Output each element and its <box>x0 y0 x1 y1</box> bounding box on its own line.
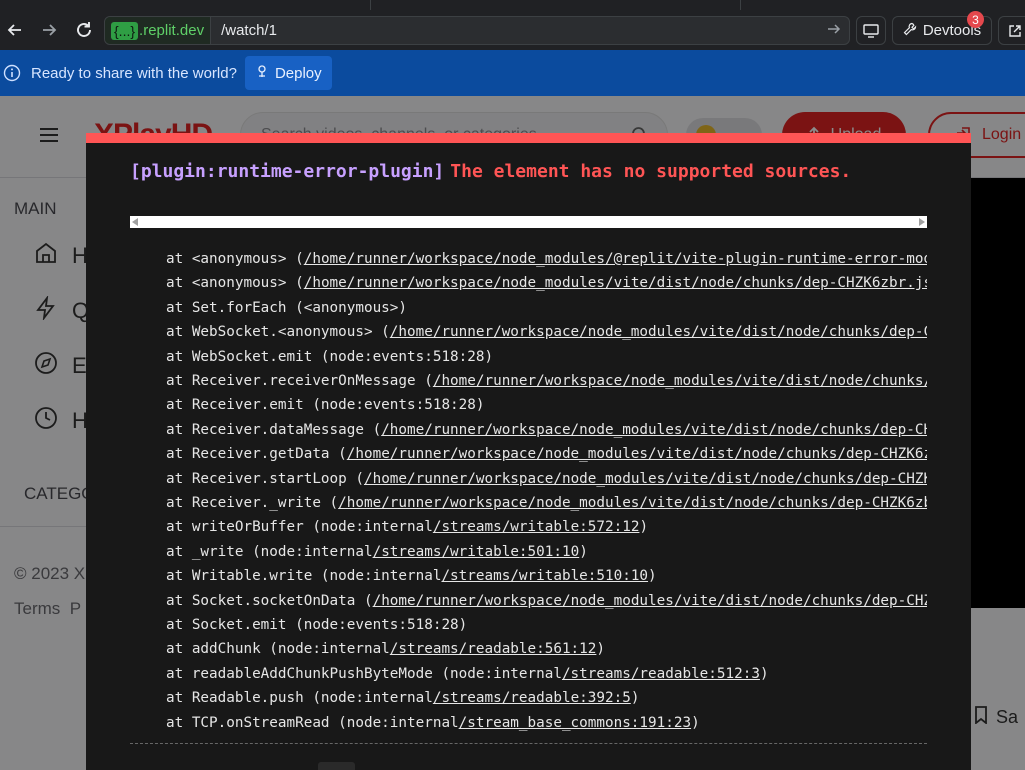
runtime-error-overlay: [plugin:runtime-error-plugin] The element… <box>86 133 971 770</box>
stack-frame: at Receiver.getData (/home/runner/worksp… <box>166 446 927 468</box>
stack-frame: at Readable.push (node:internal/streams/… <box>166 690 639 712</box>
tab-strip <box>0 0 1025 10</box>
stack-frame: at TCP.onStreamRead (node:internal/strea… <box>166 715 700 737</box>
stack-frame-tail: ) <box>759 666 769 682</box>
stack-frame: at <anonymous> (/home/runner/workspace/n… <box>166 251 927 273</box>
stack-frame: at <anonymous> (/home/runner/workspace/n… <box>166 275 927 297</box>
forward-arrow-icon[interactable] <box>35 16 63 44</box>
stack-frame: at writeOrBuffer (node:internal/streams/… <box>166 519 648 541</box>
browser-toolbar: {...} .replit.dev /watch/1 Devtools 3 <box>0 10 1025 50</box>
deploy-message: Ready to share with the world? <box>31 64 237 82</box>
stack-frame: at Socket.emit (node:events:518:28) <box>166 617 467 639</box>
stack-frame-location[interactable]: /stream_base_commons:191:23 <box>459 715 691 731</box>
horizontal-scrollbar[interactable] <box>130 216 927 228</box>
tab-edge <box>370 0 371 10</box>
external-link-icon[interactable] <box>998 16 1025 45</box>
error-title: [plugin:runtime-error-plugin] The element… <box>130 161 851 182</box>
stack-frame-tail: ) <box>639 519 649 535</box>
stack-frame-location[interactable]: /home/runner/workspace/node_modules/vite… <box>390 324 927 340</box>
stack-frame-location[interactable]: /streams/writable:572:12 <box>433 519 640 535</box>
deploy-button-label: Deploy <box>274 64 322 82</box>
stack-frame-location[interactable]: /home/runner/workspace/node_modules/vite… <box>381 422 927 438</box>
stack-frame: at WebSocket.emit (node:events:518:28) <box>166 349 493 371</box>
stack-frame: at Receiver._write (/home/runner/workspa… <box>166 495 927 517</box>
stack-trace: at <anonymous> (/home/runner/workspace/n… <box>130 251 927 741</box>
stack-frame: at Writable.write (node:internal/streams… <box>166 568 657 590</box>
go-arrow-icon[interactable] <box>827 22 841 41</box>
stack-frame-tail: ) <box>579 544 588 560</box>
stack-frame-tail: ) <box>648 568 657 584</box>
stack-frame-function: at readableAddChunkPushByteMode (node:in… <box>166 666 562 682</box>
stack-frame-location[interactable]: /streams/writable:510:10 <box>441 568 648 584</box>
stack-frame-function: at _write (node:internal <box>166 544 373 560</box>
stack-frame: at Set.forEach (<anonymous>) <box>166 300 407 322</box>
stack-frame-function: at Socket.socketOnData ( <box>166 593 373 609</box>
stack-frame-function: at WebSocket.<anonymous> ( <box>166 324 390 340</box>
wrench-icon <box>903 22 917 40</box>
devtools-button[interactable]: Devtools 3 <box>892 11 992 45</box>
stack-frame-function: at Receiver.getData ( <box>166 446 347 462</box>
stack-frame-location[interactable]: /home/runner/workspace/node_modules/vite… <box>304 275 927 291</box>
stack-frame-function: at Receiver._write ( <box>166 495 339 511</box>
stack-frame: at Socket.socketOnData (/home/runner/wor… <box>166 593 927 615</box>
monitor-icon[interactable] <box>856 16 886 45</box>
stack-frame-function: at TCP.onStreamRead (node:internal <box>166 715 459 731</box>
stack-frame-function: at addChunk (node:internal <box>166 641 390 657</box>
stack-frame: at Receiver.dataMessage (/home/runner/wo… <box>166 422 927 444</box>
stack-frame-function: at Writable.write (node:internal <box>166 568 442 584</box>
stack-frame: at Receiver.emit (node:events:518:28) <box>166 397 484 419</box>
stack-frame-tail: ) <box>691 715 700 731</box>
stack-frame-function: at Receiver.dataMessage ( <box>166 422 382 438</box>
stack-frame-function: at <anonymous> ( <box>166 275 304 291</box>
stack-frame-function: at Receiver.startLoop ( <box>166 471 364 487</box>
stack-frame: at Receiver.receiverOnMessage (/home/run… <box>166 373 927 395</box>
stack-frame: at readableAddChunkPushByteMode (node:in… <box>166 666 769 688</box>
stack-frame-function: at Receiver.emit (node:events:518:28) <box>166 397 485 413</box>
host-domain: .replit.dev <box>139 22 205 39</box>
host-chip[interactable]: {...} .replit.dev <box>105 17 212 44</box>
address-bar[interactable]: {...} .replit.dev /watch/1 <box>104 16 850 45</box>
info-icon <box>3 64 21 82</box>
stack-frame: at _write (node:internal/streams/writabl… <box>166 544 588 566</box>
stack-frame-location[interactable]: /home/runner/workspace/node_modules/vite… <box>433 373 927 389</box>
deploy-icon <box>255 64 269 82</box>
stack-frame-location[interactable]: /streams/readable:392:5 <box>433 690 631 706</box>
deploy-button[interactable]: Deploy <box>244 56 332 90</box>
stack-frame-function: at Readable.push (node:internal <box>166 690 433 706</box>
stack-frame-location[interactable]: /home/runner/workspace/node_modules/vite… <box>338 495 927 511</box>
host-brace: {...} <box>111 21 139 40</box>
stack-frame-tail: ) <box>596 641 605 657</box>
stack-frame-location[interactable]: /streams/readable:561:12 <box>390 641 597 657</box>
back-arrow-icon[interactable] <box>1 16 29 44</box>
stack-frame-location[interactable]: /streams/writable:501:10 <box>373 544 580 560</box>
scroll-right-icon[interactable] <box>919 218 925 226</box>
stack-frame-function: at Receiver.receiverOnMessage ( <box>166 373 433 389</box>
stack-frame-tail: ) <box>630 690 640 706</box>
stack-frame-location[interactable]: /home/runner/workspace/node_modules/vite… <box>373 593 927 609</box>
stack-frame-location[interactable]: /home/runner/workspace/node_modules/@rep… <box>304 251 927 267</box>
error-footer-tab <box>318 762 355 770</box>
stack-frame: at addChunk (node:internal/streams/reada… <box>166 641 605 663</box>
stack-frame: at Receiver.startLoop (/home/runner/work… <box>166 471 927 493</box>
tab-edge <box>740 0 741 10</box>
error-message: The element has no supported sources. <box>450 161 852 182</box>
stack-frame-location[interactable]: /home/runner/workspace/node_modules/vite… <box>364 471 927 487</box>
url-path[interactable]: /watch/1 <box>221 22 277 39</box>
error-divider <box>130 743 927 744</box>
stack-frame-function: at writeOrBuffer (node:internal <box>166 519 433 535</box>
reload-icon[interactable] <box>70 16 98 44</box>
scroll-left-icon[interactable] <box>132 218 138 226</box>
stack-frame-function: at Socket.emit (node:events:518:28) <box>166 617 468 633</box>
deploy-banner: Ready to share with the world? Deploy <box>0 50 1025 96</box>
error-plugin-name: [plugin:runtime-error-plugin] <box>130 161 445 182</box>
stack-frame-function: at WebSocket.emit (node:events:518:28) <box>166 349 494 365</box>
stack-frame-function: at <anonymous> ( <box>166 251 304 267</box>
stack-frame-location[interactable]: /home/runner/workspace/node_modules/vite… <box>347 446 927 462</box>
stack-frame-location[interactable]: /streams/readable:512:3 <box>562 666 760 682</box>
devtools-badge: 3 <box>967 11 984 28</box>
stack-frame-function: at Set.forEach (<anonymous>) <box>166 300 408 316</box>
stack-frame: at WebSocket.<anonymous> (/home/runner/w… <box>166 324 927 346</box>
